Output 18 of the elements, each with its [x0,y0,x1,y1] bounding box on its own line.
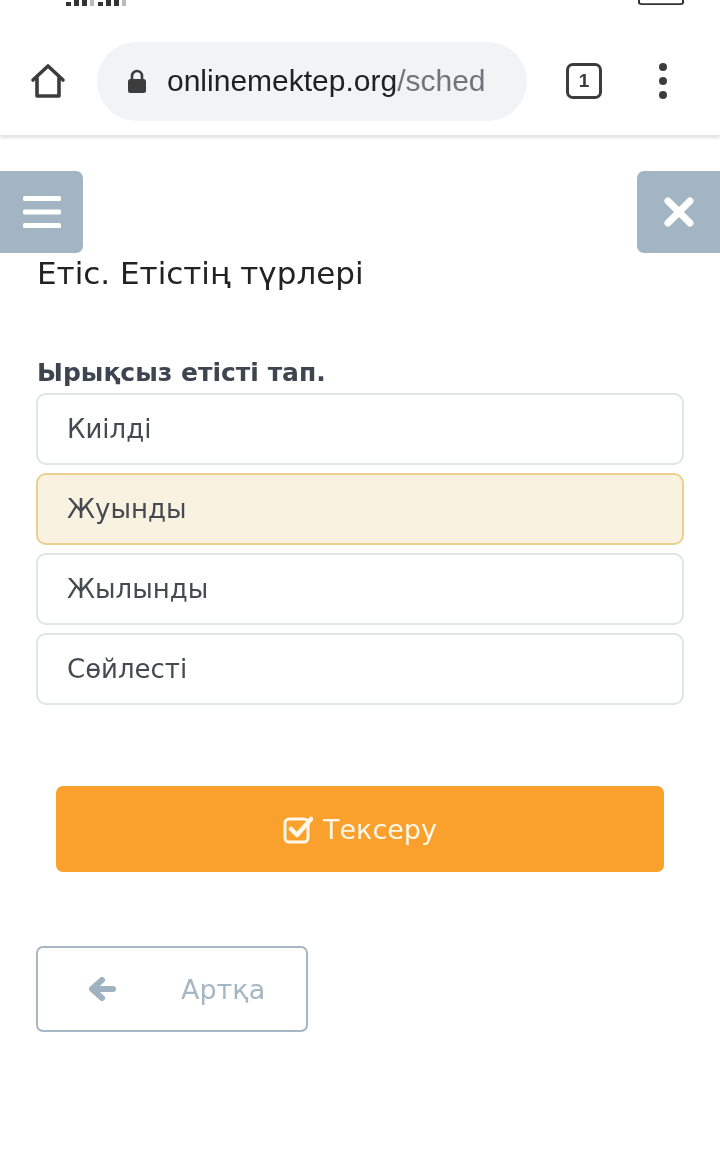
menu-icon [22,196,61,228]
answer-option[interactable]: Сөйлесті [36,633,684,705]
checkbox-icon [283,814,313,844]
signal-icon [66,0,126,6]
answer-option[interactable]: Жуынды [36,473,684,545]
answer-option[interactable]: Киілді [36,393,684,465]
answer-option[interactable]: Жылынды [36,553,684,625]
home-icon[interactable] [30,63,66,99]
lesson-title: Етіс. Етістің түрлері [37,254,365,293]
more-options-icon[interactable] [658,63,668,99]
url-text: onlinemektep.org/sched [167,64,486,98]
close-icon [663,197,694,227]
address-bar[interactable]: onlinemektep.org/sched [97,41,527,121]
battery-icon [638,0,684,5]
arrow-left-icon [88,977,116,1001]
question-text: Ырықсыз етісті тап. [37,357,327,389]
tab-count-button[interactable]: 1 [566,63,602,99]
lock-icon [127,69,147,93]
